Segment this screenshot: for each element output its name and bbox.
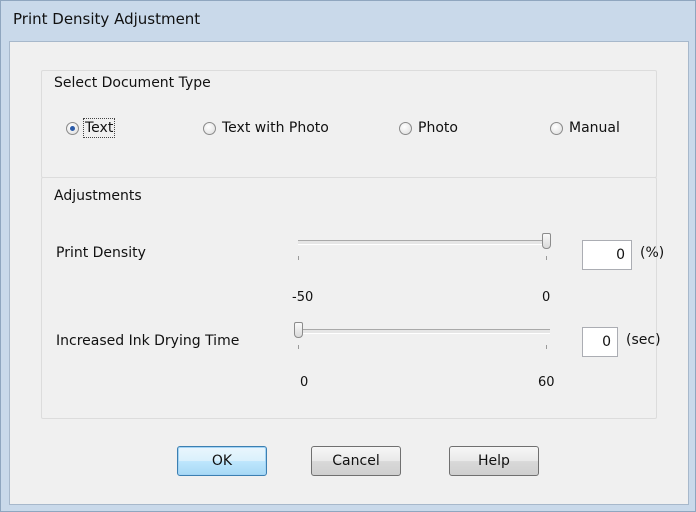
print-density-tick-min (298, 256, 299, 260)
drying-time-max-label: 60 (538, 375, 555, 390)
radio-photo[interactable]: Photo (399, 120, 458, 136)
radio-text-with-photo-button[interactable] (203, 121, 216, 135)
radio-text-button[interactable] (66, 121, 79, 135)
drying-time-label: Increased Ink Drying Time (56, 333, 240, 349)
ok-button[interactable]: OK (177, 446, 267, 476)
dialog-window: Print Density Adjustment Select Document… (0, 0, 696, 512)
dialog-title: Print Density Adjustment (13, 10, 201, 28)
drying-time-slider-thumb[interactable] (294, 322, 303, 338)
print-density-unit: (%) (640, 245, 665, 261)
drying-time-tick-min (298, 345, 299, 349)
radio-text-label[interactable]: Text (82, 118, 116, 138)
title-bar[interactable]: Print Density Adjustment (1, 1, 695, 39)
print-density-tick-max (546, 256, 547, 260)
help-button[interactable]: Help (449, 446, 539, 476)
print-density-max-label: 0 (542, 290, 551, 305)
radio-photo-label[interactable]: Photo (418, 120, 458, 136)
radio-text-with-photo[interactable]: Text with Photo (203, 120, 329, 136)
adjustments-group-label: Adjustments (54, 188, 142, 204)
radio-manual[interactable]: Manual (550, 120, 620, 136)
document-type-group: Select Document Type Text Text with Phot… (41, 70, 657, 178)
print-density-label: Print Density (56, 245, 146, 261)
drying-time-slider-track[interactable] (298, 329, 550, 334)
cancel-button[interactable]: Cancel (311, 446, 401, 476)
print-density-slider[interactable] (298, 233, 554, 264)
print-density-slider-track[interactable] (298, 240, 550, 245)
radio-manual-label[interactable]: Manual (569, 120, 620, 136)
print-density-slider-thumb[interactable] (542, 233, 551, 249)
print-density-value-input[interactable]: 0 (582, 240, 632, 270)
drying-time-unit: (sec) (626, 332, 661, 348)
adjustments-group: Adjustments Print Density -50 0 0 (%) In… (41, 177, 664, 419)
radio-text[interactable]: Text (66, 118, 116, 138)
radio-manual-button[interactable] (550, 121, 563, 135)
document-type-group-label: Select Document Type (54, 75, 211, 91)
radio-text-with-photo-label[interactable]: Text with Photo (222, 120, 329, 136)
drying-time-min-label: 0 (300, 375, 309, 390)
radio-photo-button[interactable] (399, 121, 412, 135)
drying-time-tick-max (546, 345, 547, 349)
dialog-client: Select Document Type Text Text with Phot… (9, 41, 689, 505)
drying-time-slider[interactable] (294, 322, 554, 353)
drying-time-value-input[interactable]: 0 (582, 327, 618, 357)
print-density-min-label: -50 (292, 290, 314, 305)
